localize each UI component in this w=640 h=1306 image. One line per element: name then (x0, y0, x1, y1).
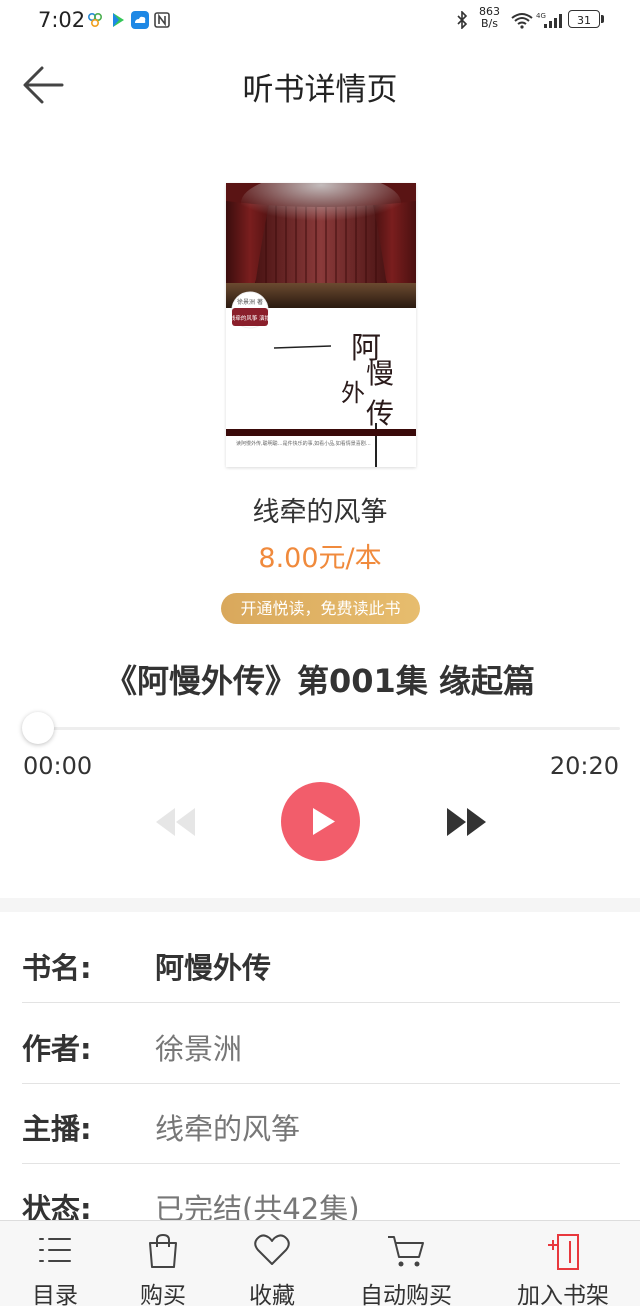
book-price: 8.00元/本 (258, 543, 382, 574)
nfc-icon (154, 12, 170, 28)
info-value-title: 阿慢外传 (155, 951, 272, 985)
tab-catalog-label: 目录 (32, 1283, 78, 1306)
narrator-name: 线牵的风筝 (252, 497, 388, 528)
total-time: 20:20 (549, 752, 619, 780)
network-speed: 863 B/s (479, 6, 500, 30)
battery-tip (601, 15, 604, 23)
wifi-icon (511, 13, 533, 29)
status-bar: 7:02 863 B/s 4G 31 (0, 0, 640, 40)
tab-add-to-shelf[interactable]: 加入书架 (498, 1221, 628, 1306)
info-value-narrator: 线牵的风筝 (155, 1112, 301, 1146)
tab-buy[interactable]: 购买 (110, 1221, 216, 1306)
network-speed-unit: B/s (481, 17, 498, 30)
info-row-title: 书名: 阿慢外传 (22, 923, 620, 1003)
book-cover[interactable]: 徐景洲 著 线牵的风筝 演播 阿 慢 外 传 读阿慢外传,聪明聪…是件快乐的事,… (226, 183, 416, 467)
page-title: 听书详情页 (242, 72, 398, 108)
bottom-tab-bar: 目录 购买 收藏 自动购买 加入书架 (0, 1220, 640, 1306)
cellular-signal-icon: 4G (536, 12, 562, 28)
play-store-icon (113, 13, 124, 27)
tab-buy-label: 购买 (140, 1283, 186, 1306)
heart-icon (254, 1234, 290, 1265)
tab-favorite[interactable]: 收藏 (216, 1221, 328, 1306)
cover-author-tag: 徐景洲 著 (237, 298, 263, 306)
current-time: 00:00 (23, 752, 93, 780)
signal-type-label: 4G (536, 12, 546, 20)
bluetooth-icon (457, 11, 468, 29)
fast-forward-icon[interactable] (444, 804, 490, 840)
battery-level: 31 (577, 14, 591, 27)
play-button[interactable] (281, 782, 360, 861)
info-label-title: 书名: (22, 951, 92, 985)
rewind-icon[interactable] (152, 804, 198, 840)
cover-title-char-4: 传 (366, 397, 394, 430)
info-row-author: 作者: 徐景洲 (22, 1004, 620, 1084)
app-notification-icon (87, 12, 103, 28)
tab-catalog[interactable]: 目录 (0, 1221, 110, 1306)
tab-favorite-label: 收藏 (249, 1283, 295, 1306)
battery-indicator: 31 (568, 10, 600, 28)
info-row-narrator: 主播: 线牵的风筝 (22, 1084, 620, 1164)
info-label-author: 作者: (22, 1032, 92, 1066)
status-time: 7:02 (38, 8, 86, 32)
info-value-author: 徐景洲 (155, 1032, 243, 1066)
cloud-app-icon (131, 11, 149, 29)
tab-add-to-shelf-label: 加入书架 (517, 1283, 609, 1306)
cover-tagline: 读阿慢外传,聪明聪…是件快乐的事,如看小品,如看情景喜剧… (236, 440, 371, 447)
cover-title-char-3: 外 (341, 379, 365, 407)
audiobook-detail-screen: 7:02 863 B/s 4G 31 听书详情页 徐景洲 著 线牵的风筝 演播 … (0, 0, 640, 1306)
tab-auto-buy[interactable]: 自动购买 (340, 1221, 472, 1306)
list-icon (39, 1238, 71, 1262)
tab-auto-buy-label: 自动购买 (360, 1283, 452, 1306)
cover-title-char-2: 慢 (366, 357, 394, 390)
add-to-shelf-icon (548, 1234, 579, 1270)
info-label-narrator: 主播: (22, 1112, 92, 1146)
play-icon (313, 808, 335, 835)
shopping-bag-icon (149, 1233, 177, 1268)
section-divider (0, 898, 640, 912)
episode-title: 《阿慢外传》第001集 缘起篇 (105, 662, 535, 700)
progress-knob[interactable] (22, 712, 54, 744)
progress-track[interactable] (38, 727, 620, 730)
cover-narrator-tag: 线牵的风筝 演播 (230, 314, 271, 322)
book-cover-art: 徐景洲 著 线牵的风筝 演播 阿 慢 外 传 读阿慢外传,聪明聪…是件快乐的事,… (226, 183, 416, 467)
cart-icon (388, 1236, 424, 1267)
vip-free-read-button[interactable]: 开通悦读，免费读此书 (221, 593, 420, 624)
header: 听书详情页 (0, 40, 640, 128)
